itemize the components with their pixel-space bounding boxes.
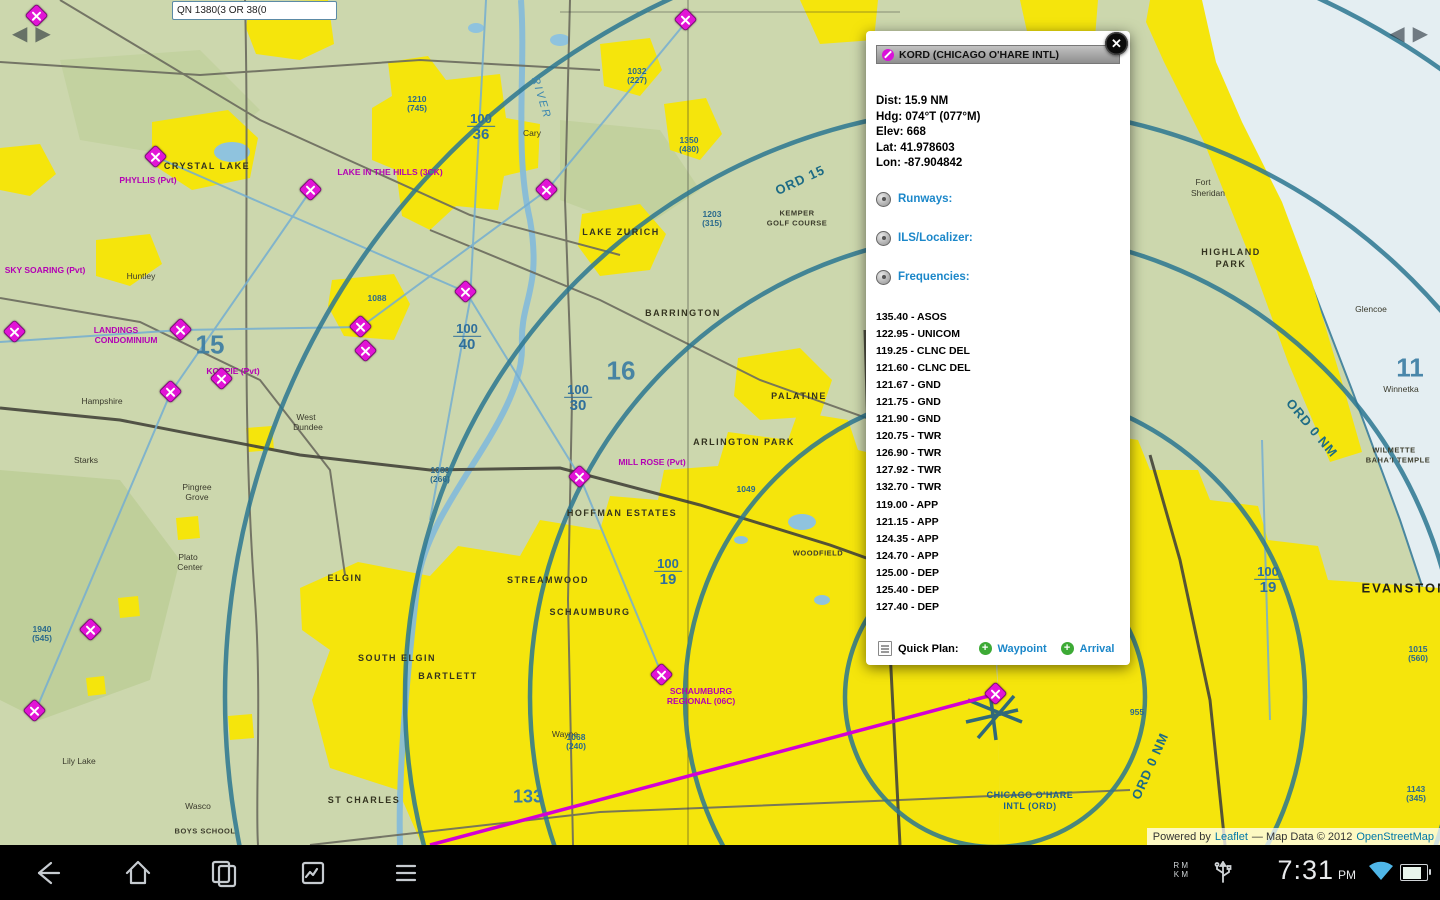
ampm-text: PM: [1338, 868, 1356, 882]
menu-icon: [395, 864, 417, 882]
right-panel-pull-tab[interactable]: ◀ ▶: [1389, 22, 1428, 46]
section-link[interactable]: Runways:: [898, 193, 952, 205]
frequency-line: 132.70 - TWR: [876, 481, 942, 494]
quick-plan-label: Quick Plan:: [898, 642, 959, 655]
airport-info-line: Lon: -87.904842: [876, 157, 963, 169]
menu-button[interactable]: [384, 855, 428, 891]
chevron-left-icon[interactable]: ◀: [1389, 22, 1404, 46]
screenshot-button[interactable]: [291, 855, 335, 891]
popup-title: KORD (CHICAGO O'HARE INTL): [899, 48, 1059, 61]
chevron-left-icon[interactable]: ◀: [12, 22, 27, 46]
home-icon: [125, 860, 151, 885]
popup-footer: Quick Plan: + Waypoint + Arrival: [878, 641, 1120, 656]
frequency-line: 125.00 - DEP: [876, 566, 940, 579]
airport-info-popup: KORD (CHICAGO O'HARE INTL) ✕ Dist: 15.9 …: [866, 31, 1130, 665]
frequency-line: 127.40 - DEP: [876, 601, 940, 614]
chevron-right-icon[interactable]: ▶: [35, 22, 50, 46]
add-arrival-icon[interactable]: +: [1060, 642, 1074, 655]
frequency-line: 122.95 - UNICOM: [876, 327, 961, 340]
frequency-line: 125.40 - DEP: [876, 584, 940, 596]
frequency-line: 124.35 - APP: [876, 532, 939, 545]
airport-info-line: Hdg: 074°T (077°M): [876, 110, 981, 123]
quick-plan-icon: [878, 641, 892, 656]
airport-icon: [882, 48, 894, 61]
frequency-line: 135.40 - ASOS: [876, 310, 947, 323]
section-runways[interactable]: Runways:: [876, 191, 1120, 207]
expand-toggle-icon[interactable]: [876, 191, 891, 207]
section-ils-localizer[interactable]: ILS/Localizer:: [876, 230, 1120, 246]
back-button[interactable]: [24, 855, 68, 891]
attribution-text: Powered by: [1152, 830, 1211, 843]
recent-apps-button[interactable]: [201, 855, 245, 891]
section-link[interactable]: ILS/Localizer:: [898, 232, 973, 244]
usb-icon: [1214, 861, 1232, 883]
airport-sections: Runways: ILS/Localizer: Frequencies:: [876, 191, 1120, 285]
section-frequencies[interactable]: Frequencies:: [876, 269, 1120, 285]
frequency-line: 124.70 - APP: [876, 549, 939, 562]
time-text: 7:31: [1277, 855, 1334, 885]
expand-toggle-icon[interactable]: [876, 230, 891, 246]
omni-search-input[interactable]: [172, 1, 337, 20]
network-indicator: R M K M: [1173, 861, 1188, 879]
chevron-right-icon[interactable]: ▶: [1413, 22, 1428, 46]
frequency-line: 127.92 - TWR: [876, 464, 942, 477]
wifi-icon: [1369, 861, 1393, 880]
sectional-chart-art: [0, 0, 1440, 845]
frequency-line: 126.90 - TWR: [876, 447, 942, 460]
screenshot-icon: [301, 861, 325, 885]
openstreetmap-link[interactable]: OpenStreetMap: [1356, 831, 1434, 843]
frequency-line: 121.60 - CLNC DEL: [876, 361, 971, 374]
frequency-line: 121.67 - GND: [876, 378, 941, 391]
frequency-line: 119.25 - CLNC DEL: [876, 344, 970, 357]
recent-apps-icon: [211, 860, 237, 888]
frequency-list: 135.40 - ASOS 122.95 - UNICOM 119.25 - CLN…: [876, 309, 1120, 617]
left-panel-pull-tab[interactable]: ◀ ▶: [12, 22, 51, 46]
android-system-bar: R M K M 7:31 PM: [0, 845, 1440, 900]
airport-info-line: Elev: 668: [876, 126, 926, 138]
add-waypoint-icon[interactable]: +: [978, 642, 992, 655]
battery-icon: [1400, 864, 1431, 881]
frequency-line: 121.90 - GND: [876, 413, 941, 426]
airport-info-list: Dist: 15.9 NM Hdg: 074°T (077°M) Elev: 668…: [876, 94, 1120, 172]
frequency-line: 121.15 - APP: [876, 515, 939, 528]
back-icon: [37, 861, 61, 885]
map-attribution: Powered by Leaflet — Map Data © 2012 Ope…: [1146, 828, 1440, 845]
clock: 7:31 PM: [1277, 855, 1356, 886]
airport-info-line: Dist: 15.9 NM: [876, 95, 949, 107]
frequency-line: 121.75 - GND: [876, 395, 941, 408]
add-waypoint-button[interactable]: Waypoint: [998, 643, 1047, 655]
frequency-line: 119.00 - APP: [876, 498, 939, 511]
popup-header: KORD (CHICAGO O'HARE INTL): [876, 45, 1120, 64]
leaflet-link[interactable]: Leaflet: [1215, 831, 1248, 843]
close-icon[interactable]: ✕: [1105, 32, 1128, 55]
frequency-line: 120.75 - TWR: [876, 430, 942, 443]
attribution-text: — Map Data © 2012: [1251, 830, 1353, 843]
home-button[interactable]: [116, 855, 160, 891]
airport-info-line: Lat: 41.978603: [876, 141, 955, 154]
section-link[interactable]: Frequencies:: [898, 271, 970, 283]
expand-toggle-icon[interactable]: [876, 269, 891, 285]
status-area[interactable]: R M K M 7:31 PM: [1110, 845, 1440, 900]
add-arrival-button[interactable]: Arrival: [1080, 643, 1115, 655]
map-canvas[interactable]: CRYSTAL LAKE LAKE ZURICH BARRINGTON PALATIN…: [0, 0, 1440, 845]
